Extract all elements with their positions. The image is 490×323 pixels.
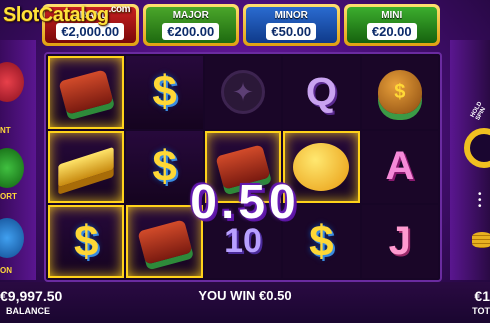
jackpot-minor: MINOR €50.00 [243,4,340,46]
jackpot-mini-value: €20.00 [366,23,417,40]
jackpot-minor-value: €50.00 [266,23,317,40]
jackpot-major-value: €200.00 [162,23,220,40]
jackpot-major: MAJOR €200.00 [142,4,239,46]
compass-icon: ✦ [220,70,265,115]
dollar-symbol: $ [73,216,99,266]
total-bet-value: €1 [474,288,490,304]
reel-cell: A [361,130,438,204]
reel-cell [48,56,125,129]
jackpot-minor-label: MINOR [274,10,308,21]
reel-cell: $ [361,56,438,129]
you-win-text: YOU WIN €0.50 [198,288,292,303]
symbol-j: J [388,219,411,264]
jackpot-mini-label: MINI [381,10,403,21]
coin-stack-icon[interactable] [472,232,490,248]
win-amount-overlay: 0.50 [190,175,300,229]
left-label-3: ON [0,266,12,275]
wallet-icon [58,69,114,115]
game-scene: NT ORT ON GRAND €2,000.00 MAJOR €200.00 … [0,0,490,323]
dollar-symbol: $ [152,67,177,117]
jackpot-major-label: MAJOR [172,10,209,21]
menu-dots-icon[interactable]: • • • [478,190,482,212]
reel-cell: ✦ [204,56,282,129]
reel-cell: Q [283,56,360,129]
symbol-q: Q [305,69,337,114]
moneybag-icon: $ [377,70,422,115]
left-label-2: ORT [0,192,17,201]
reel-cell: $ [126,56,203,129]
left-label-1: NT [0,126,11,135]
jackpot-mini: MINI €20.00 [343,4,440,46]
watermark-logo: SlotCatalog.com [3,4,130,26]
total-bet-label: TOT [472,306,490,316]
gold-bar-icon [58,146,114,188]
reel-grid: $ ✦ Q $ $ A $ 10 $ J [44,52,442,282]
reel-cell [48,130,125,204]
reel-cell: J [361,205,438,278]
reel-cell: $ [48,205,125,278]
symbol-a: A [385,144,415,189]
balance-label: BALANCE [6,306,50,316]
